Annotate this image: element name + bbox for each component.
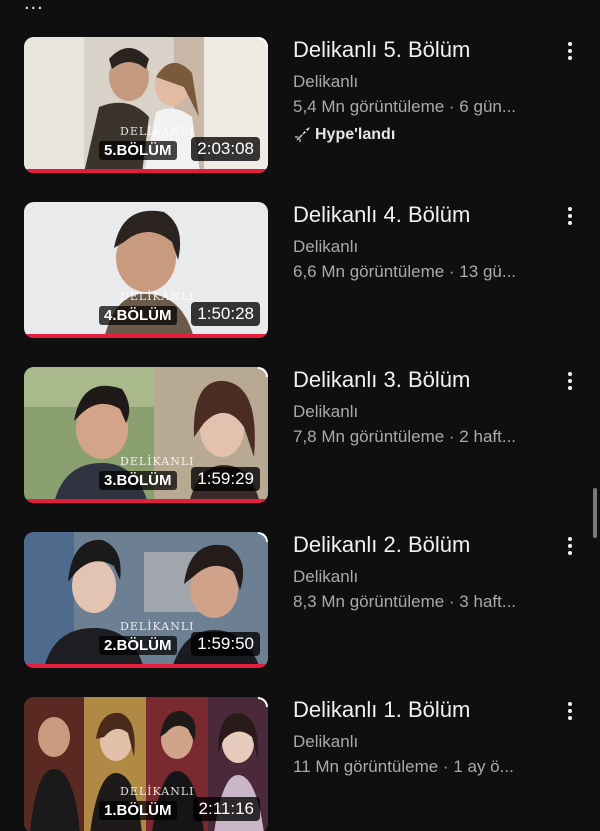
- video-thumbnail[interactable]: DELİKANLI 2.BÖLÜM 1:59:50: [24, 532, 268, 668]
- series-logo: DELİKANLI: [120, 785, 195, 798]
- video-stats: 8,3 Mn görüntüleme · 3 haft...: [293, 592, 517, 611]
- video-row[interactable]: DELİKANLI 1.BÖLÜM 2:11:16 Delikanlı 1. B…: [0, 697, 600, 831]
- episode-label: 2.BÖLÜM: [99, 636, 177, 655]
- duration-badge: 2:03:08: [191, 137, 260, 161]
- video-title[interactable]: Delikanlı 2. Bölüm: [293, 532, 563, 558]
- episode-label: 3.BÖLÜM: [99, 471, 177, 490]
- channel-name[interactable]: Delikanlı: [293, 731, 563, 753]
- video-title[interactable]: Delikanlı 1. Bölüm: [293, 697, 563, 723]
- series-logo: DELİKANLI: [120, 290, 195, 303]
- duration-badge: 1:50:28: [191, 302, 260, 326]
- duration-badge: 2:11:16: [192, 797, 260, 821]
- watch-progress-bar: [24, 334, 268, 338]
- hype-badge: Hype'landı: [293, 126, 563, 144]
- series-logo: DELİKANLI: [120, 455, 195, 468]
- video-stats: 7,8 Mn görüntüleme · 2 haft...: [293, 427, 517, 446]
- video-stats: 5,4 Mn görüntüleme · 6 gün...: [293, 97, 517, 116]
- channel-name[interactable]: Delikanlı: [293, 566, 563, 588]
- more-options-icon[interactable]: [560, 39, 580, 63]
- hype-badge-label: Hype'landı: [315, 126, 396, 143]
- video-thumbnail[interactable]: DELİKANLI 1.BÖLÜM 2:11:16: [24, 697, 268, 831]
- duration-badge: 1:59:50: [191, 632, 260, 656]
- more-options-icon[interactable]: [560, 369, 580, 393]
- video-stats: 11 Mn görüntüleme · 1 ay ö...: [293, 757, 514, 776]
- more-options-icon[interactable]: [560, 534, 580, 558]
- channel-name[interactable]: Delikanlı: [293, 71, 563, 93]
- episode-label: 1.BÖLÜM: [99, 801, 177, 820]
- video-meta: Delikanlı 3. Bölüm Delikanlı 7,8 Mn görü…: [293, 367, 563, 448]
- video-meta: Delikanlı 2. Bölüm Delikanlı 8,3 Mn görü…: [293, 532, 563, 613]
- video-title[interactable]: Delikanlı 4. Bölüm: [293, 202, 563, 228]
- video-list-page: ... DELİKANLI 5.BÖLÜM 2:03:08 Delikanlı …: [0, 0, 600, 831]
- video-row[interactable]: DELİKANLI 3.BÖLÜM 1:59:29 Delikanlı 3. B…: [0, 367, 600, 507]
- video-meta: Delikanlı 1. Bölüm Delikanlı 11 Mn görün…: [293, 697, 563, 778]
- video-meta: Delikanlı 5. Bölüm Delikanlı 5,4 Mn görü…: [293, 37, 563, 144]
- more-options-icon[interactable]: [560, 699, 580, 723]
- duration-badge: 1:59:29: [191, 467, 260, 491]
- channel-name[interactable]: Delikanlı: [293, 401, 563, 423]
- series-logo: DELİKANLI: [120, 125, 195, 138]
- video-stats: 6,6 Mn görüntüleme · 13 gü...: [293, 262, 517, 281]
- video-thumbnail[interactable]: DELİKANLI 4.BÖLÜM 1:50:28: [24, 202, 268, 338]
- video-title[interactable]: Delikanlı 5. Bölüm: [293, 37, 563, 63]
- scrollbar[interactable]: [593, 488, 597, 538]
- video-meta: Delikanlı 4. Bölüm Delikanlı 6,6 Mn görü…: [293, 202, 563, 283]
- series-logo: DELİKANLI: [120, 620, 195, 633]
- video-row[interactable]: DELİKANLI 2.BÖLÜM 1:59:50 Delikanlı 2. B…: [0, 532, 600, 672]
- episode-label: 5.BÖLÜM: [99, 141, 177, 160]
- watch-progress-bar: [24, 499, 268, 503]
- video-thumbnail[interactable]: DELİKANLI 5.BÖLÜM 2:03:08: [24, 37, 268, 173]
- rocket-icon: [295, 127, 310, 142]
- video-thumbnail[interactable]: DELİKANLI 3.BÖLÜM 1:59:29: [24, 367, 268, 503]
- more-options-icon[interactable]: [560, 204, 580, 228]
- watch-progress-bar: [24, 664, 268, 668]
- channel-name[interactable]: Delikanlı: [293, 236, 563, 258]
- overflow-indicator: ...: [24, 0, 44, 14]
- watch-progress-bar: [24, 169, 268, 173]
- episode-label: 4.BÖLÜM: [99, 306, 177, 325]
- video-title[interactable]: Delikanlı 3. Bölüm: [293, 367, 563, 393]
- video-row[interactable]: DELİKANLI 4.BÖLÜM 1:50:28 Delikanlı 4. B…: [0, 202, 600, 342]
- video-row[interactable]: DELİKANLI 5.BÖLÜM 2:03:08 Delikanlı 5. B…: [0, 37, 600, 177]
